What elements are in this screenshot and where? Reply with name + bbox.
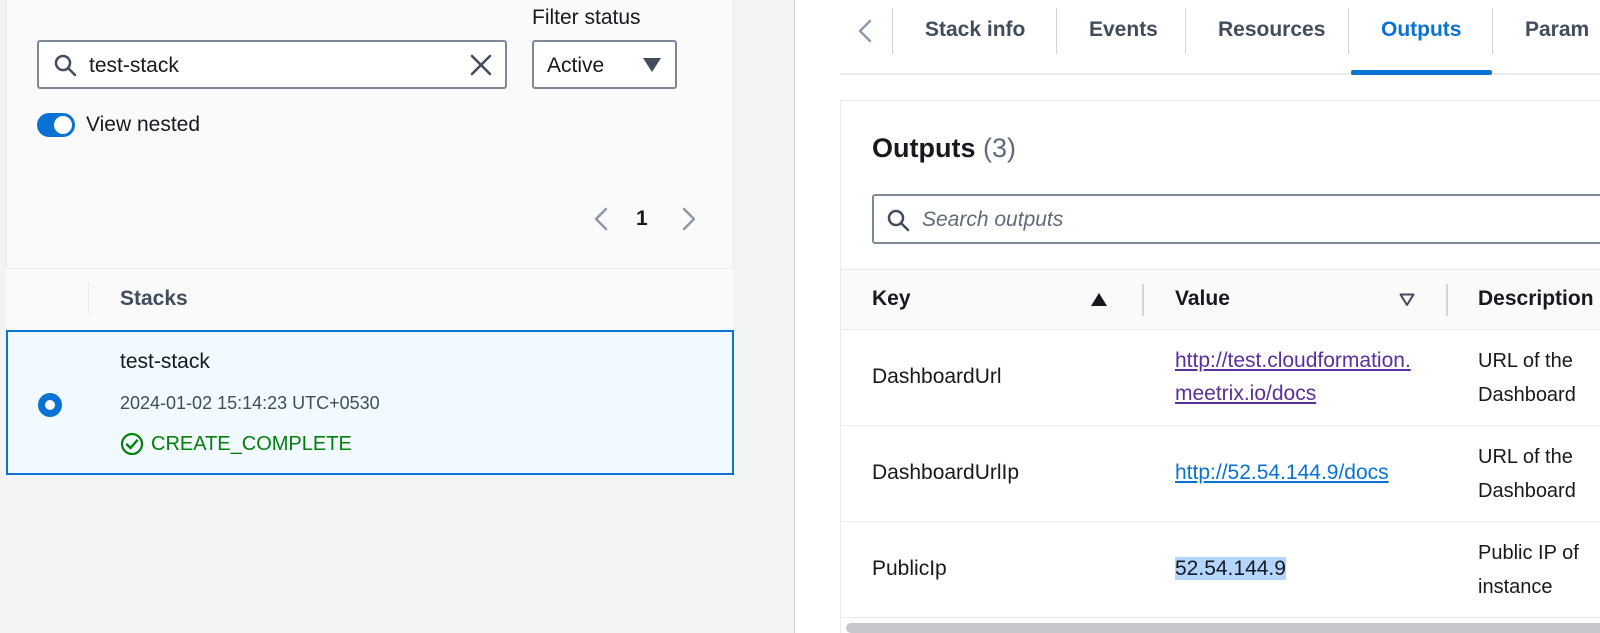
description-line: Dashboard [1478,384,1576,406]
stack-search-input[interactable]: test-stack [37,40,507,89]
cloudformation-console: Filter status test-stack Active View nes… [0,0,1600,633]
outputs-title: Outputs [872,133,976,163]
tab-events[interactable]: Events [1089,18,1158,42]
output-description: Public IP of instance [1478,536,1600,604]
tab-separator [1348,8,1349,54]
column-divider [88,283,89,315]
output-key: DashboardUrlIp [872,461,1020,484]
search-icon [54,54,77,77]
toggle-knob [54,116,72,134]
stack-radio[interactable] [38,393,62,417]
stack-row[interactable]: test-stack 2024-01-02 15:14:23 UTC+0530 … [6,330,734,475]
search-value: test-stack [89,54,179,77]
output-value: http://52.54.144.9/docs [1175,456,1445,489]
stacks-table-header: Stacks [6,268,734,330]
search-icon [887,209,910,232]
sort-ascending-icon[interactable] [1091,293,1107,306]
tab-separator [1185,8,1186,54]
tab-separator [1056,8,1057,54]
tab-stack-info[interactable]: Stack info [925,18,1025,42]
table-row: DashboardUrlIp http://52.54.144.9/docs U… [841,426,1600,522]
outputs-container: Outputs (3) Search outputs Key Value Des… [840,100,1600,633]
tab-separator [892,8,893,54]
outputs-table: Key Value Description DashboardUrl http:… [841,269,1600,633]
output-value: 52.54.144.9 [1175,552,1420,585]
tab-outputs[interactable]: Outputs [1381,18,1461,42]
description-line: URL of the [1478,446,1573,468]
stack-status-text: CREATE_COMPLETE [151,432,352,455]
description-line: Dashboard [1478,480,1576,502]
output-value-link[interactable]: http://52.54.144.9/docs [1175,461,1389,484]
output-description: URL of the Dashboard [1478,344,1600,412]
table-row: PublicIp 52.54.144.9 Public IP of instan… [841,522,1600,618]
stacks-column-header[interactable]: Stacks [120,287,188,311]
description-line: URL of the [1478,350,1573,372]
column-resizer[interactable] [1446,284,1448,316]
stack-date: 2024-01-02 15:14:23 UTC+0530 [120,393,380,413]
output-value: http://test.cloudformation.meetrix.io/do… [1175,344,1420,410]
stacks-panel: Filter status test-stack Active View nes… [0,0,734,633]
clear-icon[interactable] [468,52,494,78]
description-line: Public IP of [1478,542,1579,564]
view-nested-toggle[interactable] [37,113,75,137]
key-column-header[interactable]: Key [872,287,911,311]
page-number[interactable]: 1 [636,207,648,231]
tab-separator [1492,8,1493,54]
description-line: instance [1478,576,1553,598]
radio-dot [45,400,55,410]
chevron-right-icon[interactable] [678,206,700,232]
caret-down-icon [643,58,661,72]
horizontal-scrollbar[interactable] [846,623,1600,633]
sort-descending-icon[interactable] [1399,293,1415,307]
outputs-heading: Outputs (3) [872,133,1016,164]
outputs-table-header: Key Value Description [841,269,1600,330]
search-placeholder: Search outputs [922,208,1064,231]
output-key: PublicIp [872,557,947,580]
stack-details-panel: Stack info Events Resources Outputs Para… [795,0,1600,633]
outputs-count: (3) [983,133,1016,163]
outputs-search-input[interactable]: Search outputs [872,194,1600,244]
table-row: DashboardUrl http://test.cloudformation.… [841,330,1600,426]
tab-parameters[interactable]: Param [1525,18,1589,42]
view-nested-label: View nested [86,113,201,136]
output-key: DashboardUrl [872,365,1002,388]
pagination: 1 [590,204,700,234]
column-resizer[interactable] [1142,284,1144,316]
output-value-link[interactable]: http://test.cloudformation.meetrix.io/do… [1175,349,1411,405]
chevron-left-icon[interactable] [854,18,876,44]
stack-name[interactable]: test-stack [120,350,210,374]
filter-status-label: Filter status [532,6,641,29]
filter-status-select[interactable]: Active [532,40,677,89]
value-column-header[interactable]: Value [1175,287,1230,311]
output-description: URL of the Dashboard [1478,440,1600,508]
filter-status-value: Active [547,54,605,77]
chevron-left-icon[interactable] [590,206,612,232]
tab-resources[interactable]: Resources [1218,18,1325,42]
description-column-header[interactable]: Description [1478,287,1594,311]
active-tab-indicator [1351,70,1492,75]
output-value-text: 52.54.144.9 [1175,557,1286,580]
check-circle-icon [120,432,144,456]
details-tabs: Stack info Events Resources Outputs Para… [840,0,1600,75]
stack-status: CREATE_COMPLETE [120,432,352,456]
